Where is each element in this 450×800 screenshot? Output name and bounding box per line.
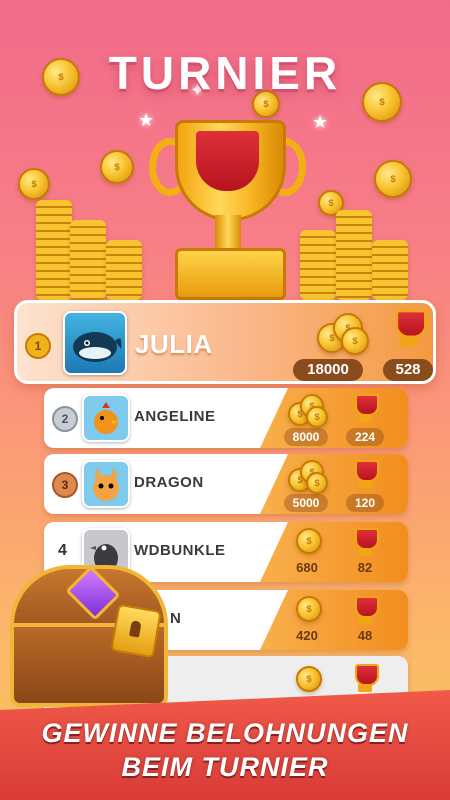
bronze-medal-icon: 3 [52, 472, 78, 498]
coin-icon [296, 528, 322, 554]
trophy-icon [149, 120, 306, 300]
trophy-count: 224 [346, 428, 384, 446]
coin-stack-icon [288, 392, 328, 428]
leaderboard-row-1[interactable]: 1 JULIA 18000 528 [14, 300, 436, 384]
trophy-icon [350, 392, 380, 426]
trophy-count: 82 [357, 560, 373, 575]
coin-icon [296, 666, 322, 692]
floating-coin [374, 160, 412, 198]
player-name: DRAGON [134, 474, 204, 491]
leaderboard-row-2[interactable]: 2 ANGELINE 8000 224 [44, 388, 408, 448]
floating-coin [18, 168, 50, 200]
player-name: ANGELINE [134, 408, 216, 425]
trophy-icon [350, 662, 380, 696]
coin-icon [296, 596, 322, 622]
trophy-icon [350, 594, 380, 628]
rank-number: 4 [58, 542, 67, 559]
player-name: WDBUNKLE [134, 542, 226, 559]
coin-stack [372, 240, 408, 300]
coin-count: 18000 [293, 359, 363, 381]
coin-stack-icon [317, 309, 369, 355]
avatar [82, 394, 130, 442]
gold-medal-icon: 1 [25, 333, 51, 359]
treasure-chest-icon [2, 565, 174, 707]
sparkle-star-icon: ★ [312, 112, 329, 132]
coin-count: 680 [296, 560, 318, 575]
banner-line-1: GEWINNE BELOHNUNGEN [41, 718, 409, 748]
coin-count: 8000 [284, 428, 328, 446]
leaderboard-row-3[interactable]: 3 DRAGON 5000 120 [44, 454, 408, 514]
trophy-icon [350, 526, 380, 560]
coin-stack [336, 210, 372, 300]
coin-stack [106, 240, 142, 300]
sparkle-star-icon: ★ [138, 110, 155, 130]
coin-stack [36, 200, 72, 300]
player-name: JULIA [135, 329, 213, 359]
trophy-count: 120 [346, 494, 384, 512]
avatar [63, 311, 127, 375]
coin-count: 5000 [284, 494, 328, 512]
silver-medal-icon: 2 [52, 406, 78, 432]
trophy-icon [350, 458, 380, 492]
coin-stack [70, 220, 106, 300]
trophy-count: 48 [357, 628, 373, 643]
coin-count: 420 [296, 628, 318, 643]
floating-coin [100, 150, 134, 184]
banner-line-2: BEIM TURNIER [121, 752, 329, 782]
trophy-count: 528 [383, 359, 433, 381]
coin-stack-icon [288, 458, 328, 494]
trophy-icon [389, 307, 428, 351]
coin-stack [300, 230, 336, 300]
avatar [82, 460, 130, 508]
page-title: TURNIER [108, 47, 342, 99]
